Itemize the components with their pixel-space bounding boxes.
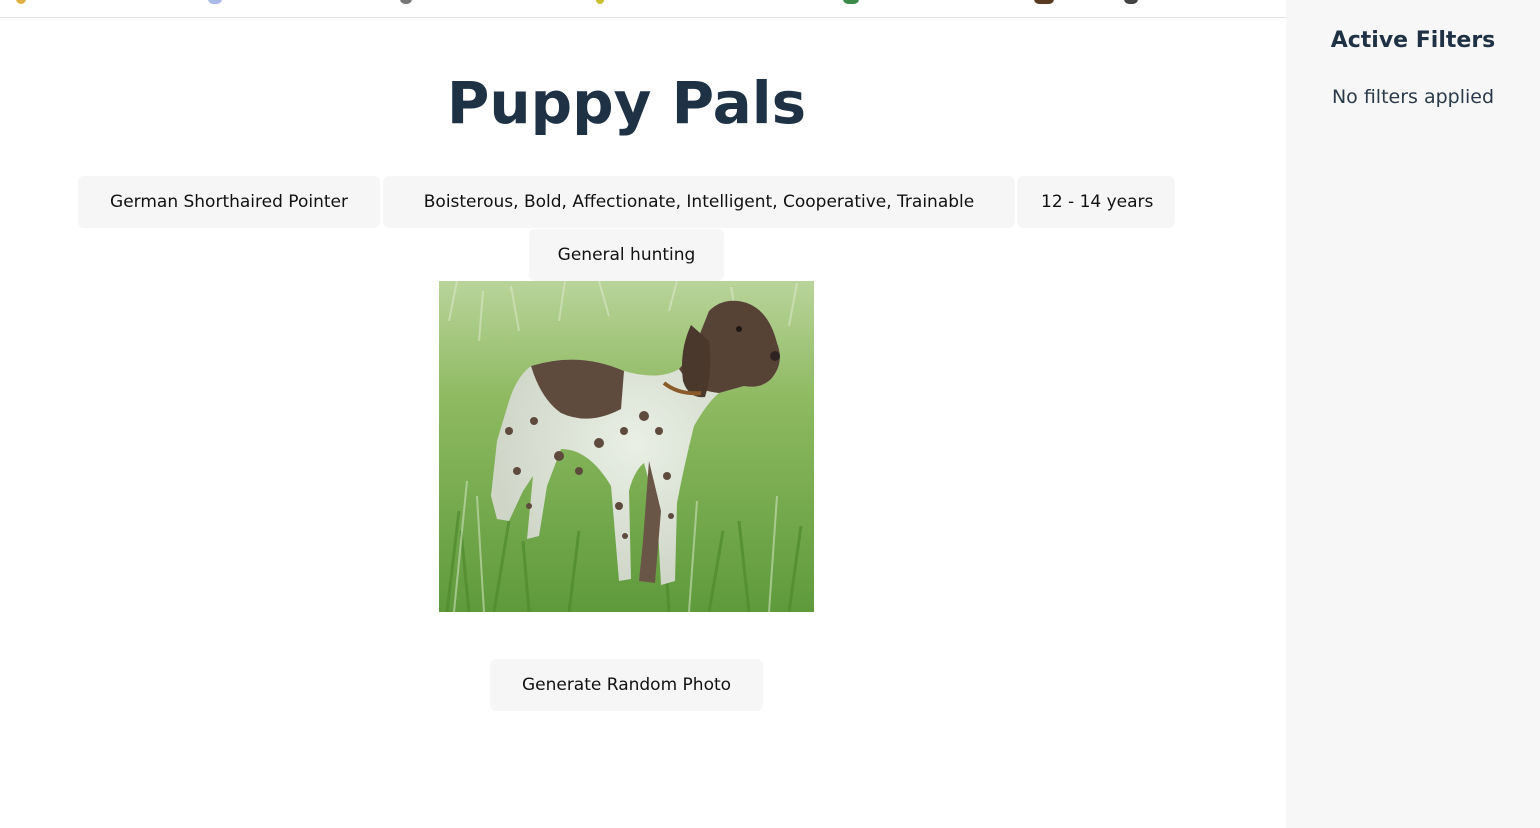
bookmark-fragment (1034, 0, 1054, 4)
generate-random-photo-button[interactable]: Generate Random Photo (490, 659, 763, 711)
main-content: Puppy Pals German Shorthaired Pointer Bo… (0, 19, 1286, 828)
bookmark-fragment (596, 0, 604, 4)
active-filters-sidebar: Active Filters No filters applied (1286, 0, 1540, 828)
sidebar-title: Active Filters (1330, 28, 1496, 53)
temperament-attribute-button[interactable]: Boisterous, Bold, Affectionate, Intellig… (383, 176, 1015, 228)
bookmark-fragment (16, 0, 26, 4)
bookmark-fragment (1124, 0, 1138, 4)
bred-for-attribute-button[interactable]: General hunting (529, 229, 724, 281)
dog-photo-illustration (439, 281, 814, 612)
breed-attribute-button[interactable]: German Shorthaired Pointer (78, 176, 380, 228)
bookmark-fragment (400, 0, 412, 4)
bookmark-fragment (843, 0, 859, 4)
dog-photo (439, 281, 814, 612)
no-filters-message: No filters applied (1331, 86, 1495, 108)
bookmark-fragment (208, 0, 222, 4)
page-title: Puppy Pals (446, 69, 807, 137)
life-span-attribute-button[interactable]: 12 - 14 years (1017, 176, 1175, 228)
